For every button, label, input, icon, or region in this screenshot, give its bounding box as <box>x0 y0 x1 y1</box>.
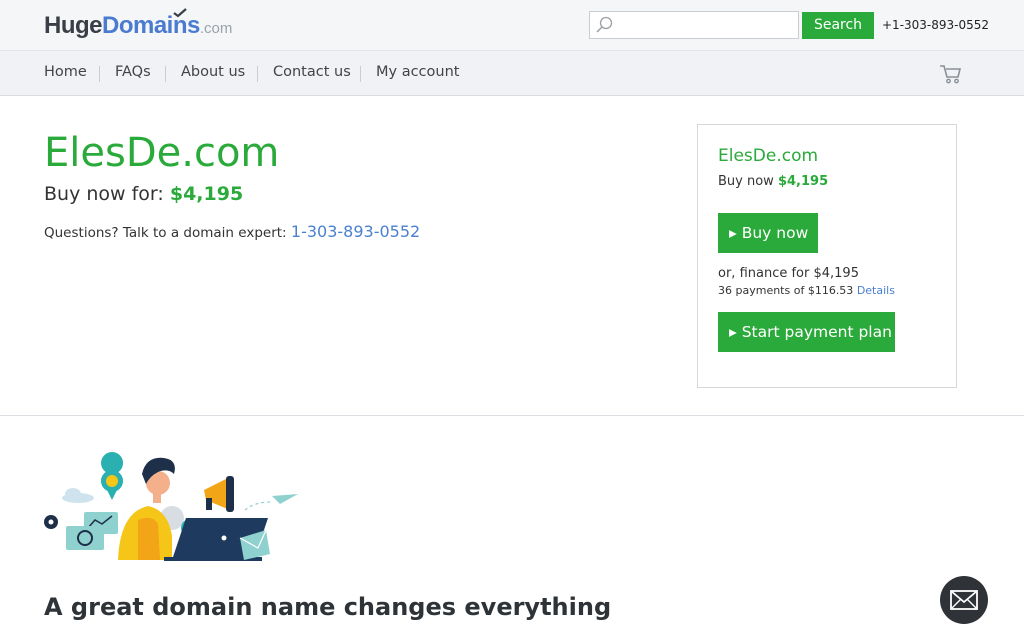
nav-separator <box>257 66 258 82</box>
search-icon <box>596 16 613 33</box>
search-button[interactable]: Search <box>802 12 874 39</box>
logo[interactable]: HugeDomains.com <box>44 8 233 43</box>
finance-text: or, finance for $4,195 <box>718 266 859 281</box>
logo-huge: Huge <box>44 12 103 39</box>
purchase-card: ElesDe.com Buy now $4,195 ▸ Buy now or, … <box>697 124 957 388</box>
nav-item-account[interactable]: My account <box>376 64 459 80</box>
nav-item-faqs[interactable]: FAQs <box>115 64 151 80</box>
questions-text: Questions? Talk to a domain expert: <box>44 225 291 241</box>
top-header: HugeDomains.com Search +1-303-893-0552 <box>0 0 1024 51</box>
buy-prefix: Buy now for: <box>44 183 170 205</box>
nav-item-about[interactable]: About us <box>181 64 245 80</box>
card-buy-prefix: Buy now <box>718 174 778 189</box>
domain-title: ElesDe.com <box>44 130 280 176</box>
search-input[interactable] <box>616 15 792 35</box>
details-link[interactable]: Details <box>857 284 895 297</box>
logo-com: .com <box>199 20 233 37</box>
cart-icon[interactable] <box>939 63 963 85</box>
card-buy-line: Buy now $4,195 <box>718 174 828 189</box>
card-price: $4,195 <box>777 174 829 189</box>
payments-text: 36 payments of $116.53 <box>718 284 857 297</box>
main-nav: Home FAQs About us Contact us My account <box>0 51 1024 96</box>
nav-separator <box>99 66 100 82</box>
header-phone[interactable]: +1-303-893-0552 <box>882 18 989 32</box>
checkmark-icon <box>173 8 187 18</box>
hero-buy-line: Buy now for: $4,195 <box>44 183 243 205</box>
marketing-illustration <box>44 452 298 561</box>
start-payment-plan-button[interactable]: ▸ Start payment plan <box>718 312 895 352</box>
search-field[interactable] <box>589 11 799 39</box>
questions-line: Questions? Talk to a domain expert: 1-30… <box>44 222 420 241</box>
hero-price: $4,195 <box>169 183 244 205</box>
nav-item-home[interactable]: Home <box>44 64 87 80</box>
payments-line: 36 payments of $116.53 Details <box>718 284 895 297</box>
buy-now-button[interactable]: ▸ Buy now <box>718 213 818 253</box>
card-domain: ElesDe.com <box>718 146 819 166</box>
nav-item-contact[interactable]: Contact us <box>273 64 351 80</box>
tagline: A great domain name changes everything <box>44 593 612 621</box>
section-divider <box>0 415 1024 416</box>
hero-phone-link[interactable]: 1-303-893-0552 <box>291 222 420 241</box>
nav-separator <box>165 66 166 82</box>
mail-icon <box>950 590 978 610</box>
nav-separator <box>360 66 361 82</box>
chat-button[interactable] <box>940 576 988 624</box>
